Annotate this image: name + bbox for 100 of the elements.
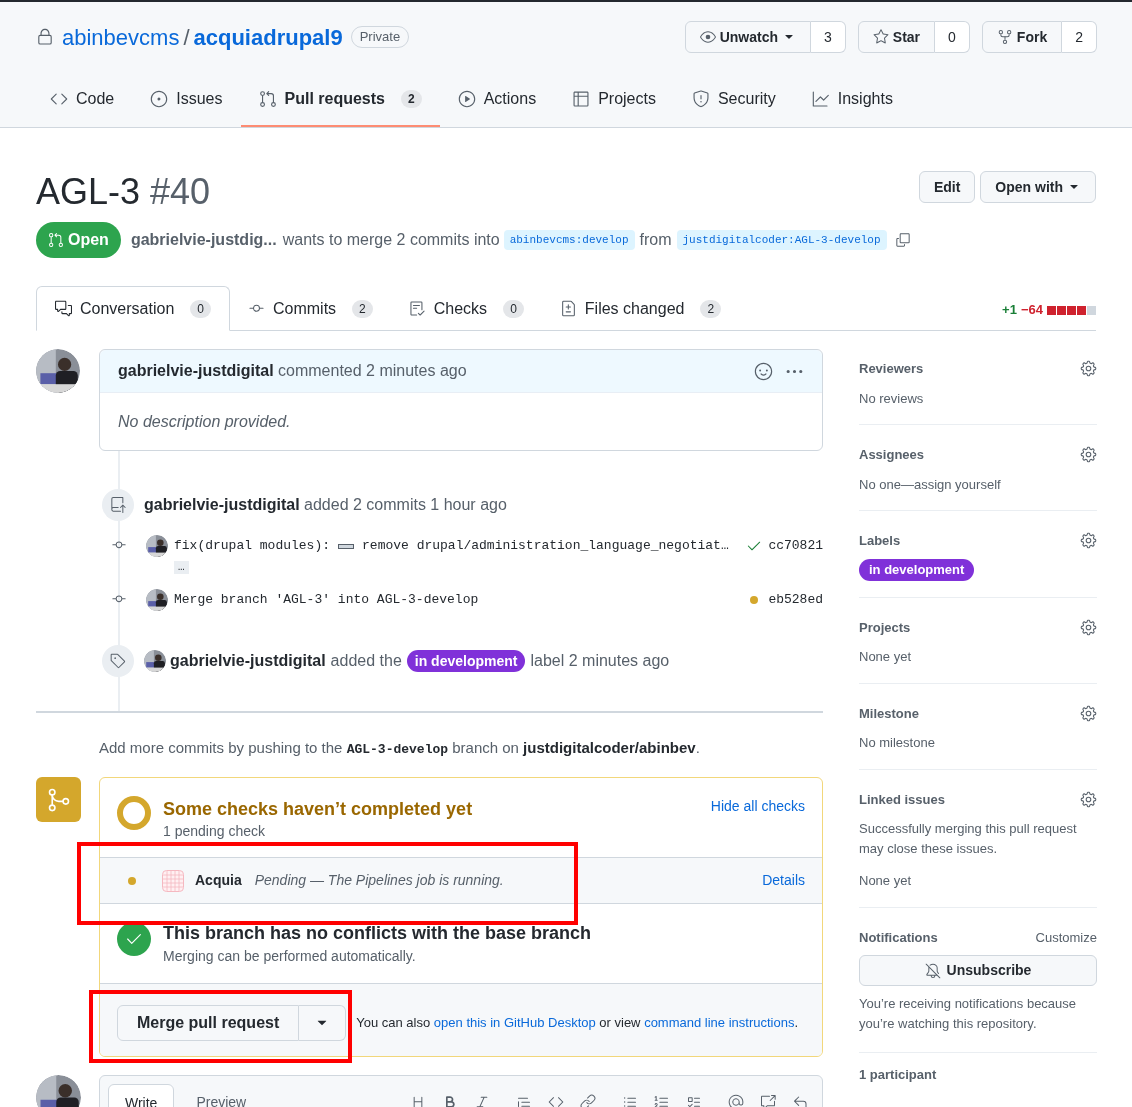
author-name[interactable]: gabrielvie-justdig...: [130, 228, 277, 252]
repo-tab[interactable]: Actions: [439, 72, 555, 127]
conflicts-subtitle: Merging can be performed automatically.: [163, 947, 417, 966]
fork-icon: [996, 29, 1013, 45]
sidebar-value: No reviews: [859, 389, 925, 408]
expand-button[interactable]: …: [174, 561, 189, 574]
desktop-link[interactable]: open this in GitHub Desktop: [433, 1015, 596, 1031]
counter: 0: [190, 299, 211, 318]
settings-icon[interactable]: [1080, 360, 1097, 378]
edit-button[interactable]: Edit: [918, 171, 976, 203]
repo-tab[interactable]: Insights: [793, 72, 911, 127]
task-list-icon[interactable]: [686, 1094, 702, 1107]
sidebar-heading: Assignees: [859, 446, 925, 464]
pull-request-icon: [258, 89, 277, 108]
link-icon[interactable]: [580, 1094, 596, 1107]
path-separator: /: [183, 23, 190, 52]
head-branch[interactable]: justdigitalcoder:AGL-3-develop: [676, 230, 887, 250]
numbered-list-icon[interactable]: [654, 1094, 670, 1107]
play-icon: [457, 89, 476, 108]
open-with-button[interactable]: Open with: [980, 171, 1096, 203]
sidebar-value: None yet: [859, 872, 913, 890]
from-text: from: [639, 230, 672, 250]
issue-icon: [150, 89, 169, 108]
sidebar-value: No one—assign yourself: [859, 475, 1002, 494]
settings-icon[interactable]: [1080, 618, 1097, 636]
hide-checks-link[interactable]: Hide all checks: [710, 796, 805, 817]
pull-request-icon: [48, 232, 64, 248]
repo-tab[interactable]: Issues: [132, 72, 241, 127]
deletions-count: −64: [1020, 301, 1043, 320]
sidebar-heading: Linked issues: [859, 790, 945, 809]
grid-logo-icon: [162, 869, 184, 892]
cross-reference-icon[interactable]: [760, 1094, 776, 1107]
checklist-icon: [408, 300, 426, 317]
settings-icon[interactable]: [1080, 532, 1097, 550]
sidebar-heading: Notifications: [859, 928, 938, 947]
pr-tab[interactable]: Checks 0: [390, 286, 542, 331]
merge-button[interactable]: Merge pull request: [117, 1005, 300, 1041]
repo-tab[interactable]: Code: [32, 72, 133, 127]
count-button[interactable]: 0: [935, 21, 970, 53]
code-icon[interactable]: [548, 1094, 564, 1107]
comment-header: gabrielvie-justdigital commented 2 minutes ago: [118, 361, 467, 381]
event-author[interactable]: gabrielvie-justdigital: [170, 648, 326, 673]
counter: 2: [401, 89, 422, 108]
mention-icon[interactable]: [728, 1094, 744, 1107]
commit-sha[interactable]: cc70821: [768, 536, 823, 556]
commit-message-prefix[interactable]: fix(drupal modules):: [174, 536, 331, 556]
emoji-placeholder-icon: [338, 543, 355, 549]
sidebar-value: No milestone: [859, 734, 936, 752]
commit-message[interactable]: Merge branch 'AGL-3' into AGL-3-develop: [174, 589, 479, 610]
italic-icon[interactable]: [474, 1094, 490, 1107]
check-name: Acquia: [195, 871, 242, 890]
customize-link[interactable]: Customize: [1035, 927, 1097, 947]
shield-icon: [691, 89, 710, 108]
comment-body: No description provided.: [118, 411, 291, 432]
counter: 0: [503, 299, 524, 318]
repo-tab[interactable]: Security: [673, 72, 794, 127]
checks-title: Some checks haven’t completed yet: [163, 798, 473, 821]
comments-icon: [55, 300, 72, 317]
pr-tab[interactable]: Conversation 0: [36, 286, 230, 331]
unsubscribe-button[interactable]: Unsubscribe: [859, 955, 1097, 986]
pr-tab[interactable]: Files changed 2: [541, 286, 740, 331]
notifications-note: You’re receiving notifications because you’re watching this repository.: [859, 995, 1078, 1033]
commit-message[interactable]: remove drupal/administration_language_negotiat…: [362, 536, 729, 556]
details-link[interactable]: Details: [762, 870, 805, 891]
label-tag[interactable]: in development: [859, 558, 975, 581]
reply-icon[interactable]: [792, 1094, 808, 1107]
check-description: Pending — The Pipelines job is running.: [254, 871, 504, 890]
watch-button[interactable]: Unwatch: [684, 21, 812, 53]
settings-icon[interactable]: [1080, 790, 1097, 808]
merge-icon-badge: [36, 777, 81, 822]
sidebar-heading: 1 participant: [859, 1067, 937, 1082]
repo-tab[interactable]: Projects: [554, 72, 674, 127]
star-icon: [872, 29, 889, 45]
count-button[interactable]: 2: [1062, 21, 1097, 53]
event-text: gabrielvie-justdigital added 2 commits 1 hour ago: [144, 495, 507, 515]
bullet-list-icon[interactable]: [622, 1094, 638, 1107]
commit-sha[interactable]: eb528ed: [768, 589, 823, 610]
copy-icon[interactable]: [894, 232, 911, 248]
table-icon: [572, 89, 591, 108]
base-branch[interactable]: abinbevcms:develop: [503, 230, 635, 250]
settings-icon[interactable]: [1080, 446, 1097, 464]
label-tag[interactable]: in development: [406, 649, 526, 672]
pr-tab[interactable]: Commits 2: [229, 286, 391, 331]
merge-description: wants to merge 2 commits into: [282, 230, 500, 250]
editor-tab[interactable]: Preview: [180, 1084, 263, 1107]
fork-button[interactable]: Fork: [981, 21, 1063, 53]
repo-name-link[interactable]: acquiadrupal9: [193, 20, 343, 54]
additions-count: +1: [1002, 301, 1017, 320]
star-button[interactable]: Star: [857, 21, 936, 53]
diffstat-bar: [1047, 305, 1096, 315]
sidebar-heading: Labels: [859, 532, 901, 550]
count-button[interactable]: 3: [811, 21, 846, 53]
sidebar-heading: Projects: [859, 618, 911, 637]
settings-icon[interactable]: [1080, 704, 1097, 722]
file-diff-icon: [559, 300, 577, 317]
smiley-icon[interactable]: [754, 361, 773, 381]
pending-ring-icon: [117, 796, 151, 830]
repo-owner-link[interactable]: abinbevcms: [62, 20, 180, 54]
repo-tab[interactable]: Pull requests 2: [240, 72, 440, 127]
counter: 2: [700, 299, 722, 318]
